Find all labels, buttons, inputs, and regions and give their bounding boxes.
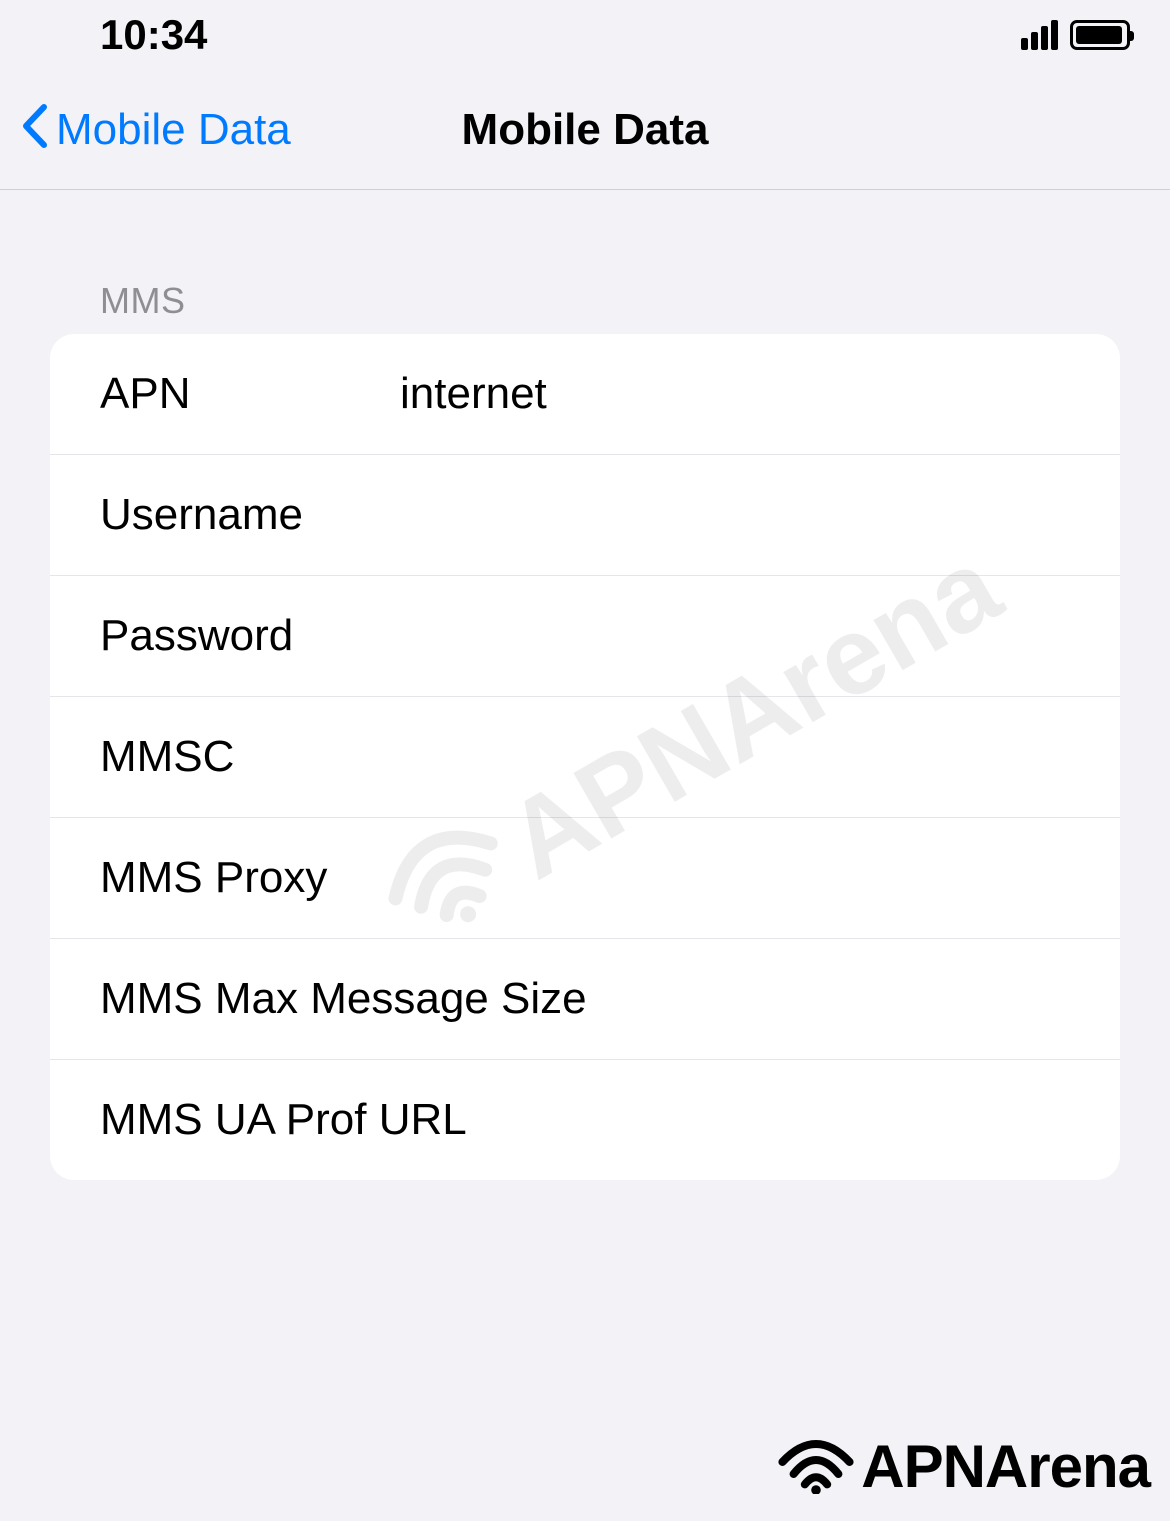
status-bar: 10:34	[0, 0, 1170, 70]
mmsc-label: MMSC	[100, 732, 400, 782]
mms-proxy-label: MMS Proxy	[100, 853, 1120, 903]
back-label: Mobile Data	[56, 105, 291, 155]
navigation-bar: Mobile Data Mobile Data	[0, 70, 1170, 190]
status-time: 10:34	[100, 11, 207, 59]
section-header: MMS	[50, 190, 1120, 334]
chevron-left-icon	[20, 103, 48, 157]
mms-ua-prof-row[interactable]: MMS UA Prof URL	[50, 1060, 1120, 1180]
password-row[interactable]: Password	[50, 576, 1120, 697]
back-button[interactable]: Mobile Data	[20, 103, 291, 157]
settings-group: APN Username Password MMSC MMS Proxy MMS…	[50, 334, 1120, 1180]
apn-row[interactable]: APN	[50, 334, 1120, 455]
battery-icon	[1070, 20, 1130, 50]
content-area: MMS APN Username Password MMSC MMS Proxy…	[0, 190, 1170, 1180]
wifi-icon	[776, 1434, 856, 1499]
footer-text: APNArena	[861, 1432, 1150, 1501]
page-title: Mobile Data	[462, 105, 709, 155]
cellular-signal-icon	[1021, 20, 1058, 50]
apn-field[interactable]	[400, 369, 1120, 419]
mms-ua-prof-label: MMS UA Prof URL	[100, 1095, 1120, 1145]
footer-logo: APNArena	[776, 1432, 1150, 1501]
username-label: Username	[100, 490, 400, 540]
status-indicators	[1021, 20, 1130, 50]
mmsc-field[interactable]	[400, 732, 1120, 782]
username-field[interactable]	[400, 490, 1120, 540]
mms-proxy-row[interactable]: MMS Proxy	[50, 818, 1120, 939]
password-label: Password	[100, 611, 400, 661]
mms-max-size-row[interactable]: MMS Max Message Size	[50, 939, 1120, 1060]
password-field[interactable]	[400, 611, 1120, 661]
username-row[interactable]: Username	[50, 455, 1120, 576]
mms-max-size-label: MMS Max Message Size	[100, 974, 1120, 1024]
mmsc-row[interactable]: MMSC	[50, 697, 1120, 818]
apn-label: APN	[100, 369, 400, 419]
